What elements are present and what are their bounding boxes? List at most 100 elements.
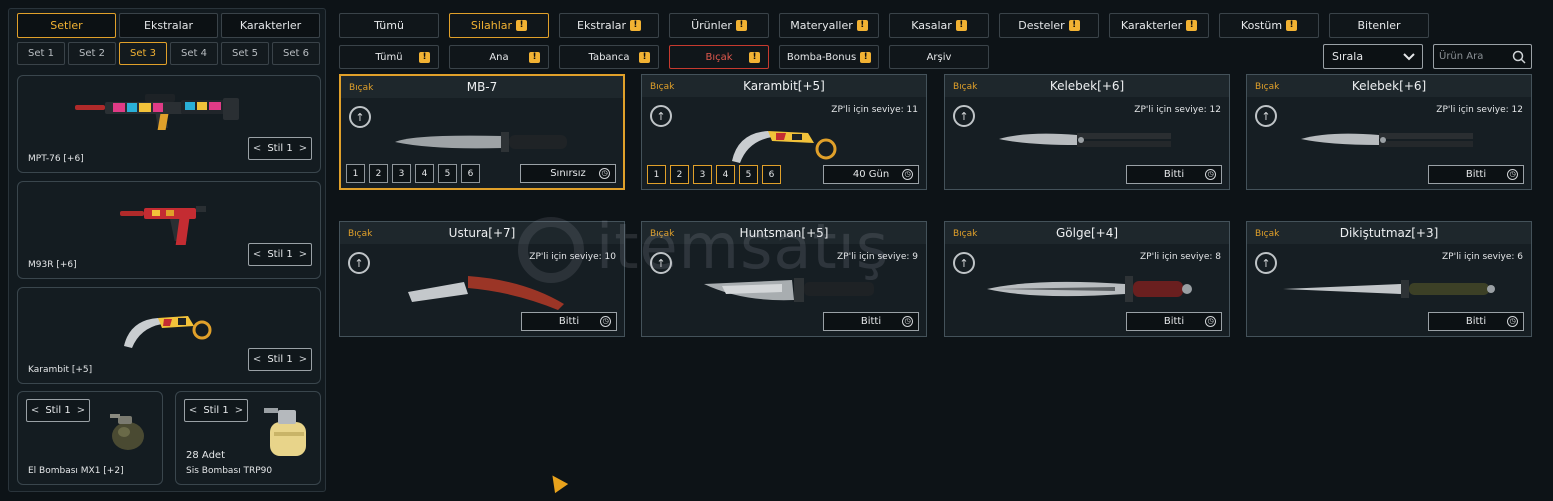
item-card[interactable]: Bıçak Karambit[+5] ↑ ZP'li için seviye: … bbox=[641, 74, 927, 190]
status-button[interactable]: 40 Gün ◷ bbox=[823, 165, 919, 184]
category-silahlar[interactable]: Silahlar! bbox=[449, 13, 549, 38]
subcategory-label: Ana bbox=[489, 51, 509, 63]
secondary-style-selector[interactable]: < Stil 1 > bbox=[248, 243, 312, 266]
level-box[interactable]: 2 bbox=[369, 164, 388, 183]
category-materyaller[interactable]: Materyaller! bbox=[779, 13, 879, 38]
upgrade-icon[interactable]: ↑ bbox=[953, 252, 975, 274]
category-tumu[interactable]: Tümü bbox=[339, 13, 439, 38]
status-label: Bitti bbox=[1465, 169, 1487, 180]
grenade-icon bbox=[110, 414, 144, 450]
status-label: 40 Gün bbox=[852, 169, 890, 180]
primary-weapon-name: MPT-76 [+6] bbox=[28, 154, 84, 164]
status-button[interactable]: Bitti ◷ bbox=[1428, 312, 1524, 331]
level-box[interactable]: 3 bbox=[693, 165, 712, 184]
level-box[interactable]: 5 bbox=[739, 165, 758, 184]
chevron-left-icon[interactable]: < bbox=[189, 405, 197, 416]
category-karakterler[interactable]: Karakterler! bbox=[1109, 13, 1209, 38]
subcategory-ana[interactable]: Ana! bbox=[449, 45, 549, 69]
set-tab-3[interactable]: Set 3 bbox=[119, 42, 167, 65]
item-card[interactable]: Bıçak Dikiştutmaz[+3] ↑ ZP'li için seviy… bbox=[1246, 221, 1532, 337]
grenade-style-selector[interactable]: < Stil 1 > bbox=[26, 399, 90, 422]
set-tab-6[interactable]: Set 6 bbox=[272, 42, 320, 65]
warning-icon: ! bbox=[529, 52, 540, 63]
level-box[interactable]: 4 bbox=[415, 164, 434, 183]
chevron-down-icon bbox=[1403, 52, 1415, 60]
status-button[interactable]: Bitti ◷ bbox=[1126, 165, 1222, 184]
item-card[interactable]: Bıçak Kelebek[+6] ↑ ZP'li için seviye: 1… bbox=[944, 74, 1230, 190]
category-ekstralar[interactable]: Ekstralar! bbox=[559, 13, 659, 38]
status-button[interactable]: Bitti ◷ bbox=[1126, 312, 1222, 331]
upgrade-icon[interactable]: ↑ bbox=[348, 252, 370, 274]
smoke-style-selector[interactable]: < Stil 1 > bbox=[184, 399, 248, 422]
status-button[interactable]: Bitti ◷ bbox=[1428, 165, 1524, 184]
status-button[interactable]: Bitti ◷ bbox=[521, 312, 617, 331]
tab-karakterler[interactable]: Karakterler bbox=[221, 13, 320, 38]
warning-icon: ! bbox=[749, 52, 760, 63]
upgrade-icon[interactable]: ↑ bbox=[650, 105, 672, 127]
chevron-left-icon[interactable]: < bbox=[253, 354, 261, 365]
subcategory-label: Bomba-Bonus bbox=[786, 51, 857, 63]
set-tab-4[interactable]: Set 4 bbox=[170, 42, 218, 65]
chevron-right-icon[interactable]: > bbox=[299, 249, 307, 260]
chevron-right-icon[interactable]: > bbox=[77, 405, 85, 416]
status-label: Bitti bbox=[860, 316, 882, 327]
search-input[interactable]: Ürün Ara bbox=[1433, 44, 1532, 69]
level-box[interactable]: 5 bbox=[438, 164, 457, 183]
loadout-slot-smoke[interactable]: < Stil 1 > 28 Adet Sis Bombası TRP90 bbox=[175, 391, 321, 485]
category-label: Desteler bbox=[1018, 19, 1065, 32]
subcategory-label: Arşiv bbox=[926, 51, 952, 63]
upgrade-icon[interactable]: ↑ bbox=[1255, 252, 1277, 274]
upgrade-icon[interactable]: ↑ bbox=[1255, 105, 1277, 127]
level-box[interactable]: 6 bbox=[461, 164, 480, 183]
item-title: MB-7 bbox=[466, 80, 498, 94]
chevron-right-icon[interactable]: > bbox=[299, 354, 307, 365]
level-box[interactable]: 4 bbox=[716, 165, 735, 184]
chevron-left-icon[interactable]: < bbox=[31, 405, 39, 416]
category-kostum[interactable]: Kostüm! bbox=[1219, 13, 1319, 38]
category-desteler[interactable]: Desteler! bbox=[999, 13, 1099, 38]
chevron-right-icon[interactable]: > bbox=[235, 405, 243, 416]
loadout-slot-primary[interactable]: < Stil 1 > MPT-76 [+6] bbox=[17, 75, 321, 173]
loadout-slot-grenade[interactable]: < Stil 1 > El Bombası MX1 [+2] bbox=[17, 391, 163, 485]
chevron-left-icon[interactable]: < bbox=[253, 143, 261, 154]
warning-icon: ! bbox=[955, 20, 967, 31]
set-tab-2[interactable]: Set 2 bbox=[68, 42, 116, 65]
set-tab-1[interactable]: Set 1 bbox=[17, 42, 65, 65]
subcategory-tabanca[interactable]: Tabanca! bbox=[559, 45, 659, 69]
sort-dropdown[interactable]: Sırala bbox=[1323, 44, 1423, 69]
category-bitenler[interactable]: Bitenler bbox=[1329, 13, 1429, 38]
item-card[interactable]: Bıçak Kelebek[+6] ↑ ZP'li için seviye: 1… bbox=[1246, 74, 1532, 190]
status-button[interactable]: Bitti ◷ bbox=[823, 312, 919, 331]
subcategory-arsiv[interactable]: Arşiv bbox=[889, 45, 989, 69]
secondary-style-label: Stil 1 bbox=[267, 249, 293, 260]
tab-setler[interactable]: Setler bbox=[17, 13, 116, 38]
category-label: Kostüm bbox=[1240, 19, 1283, 32]
loadout-slot-secondary[interactable]: < Stil 1 > M93R [+6] bbox=[17, 181, 321, 279]
loadout-slot-melee[interactable]: < Stil 1 > Karambit [+5] bbox=[17, 287, 321, 384]
chevron-left-icon[interactable]: < bbox=[253, 249, 261, 260]
upgrade-icon[interactable]: ↑ bbox=[953, 105, 975, 127]
primary-style-selector[interactable]: < Stil 1 > bbox=[248, 137, 312, 160]
level-box[interactable]: 6 bbox=[762, 165, 781, 184]
subcategory-tumu[interactable]: Tümü! bbox=[339, 45, 439, 69]
level-box[interactable]: 2 bbox=[670, 165, 689, 184]
subcategory-bomba-bonus[interactable]: Bomba-Bonus! bbox=[779, 45, 879, 69]
item-card[interactable]: Bıçak Gölge[+4] ↑ ZP'li için seviye: 8 B… bbox=[944, 221, 1230, 337]
melee-style-selector[interactable]: < Stil 1 > bbox=[248, 348, 312, 371]
subcategory-bicak[interactable]: Bıçak! bbox=[669, 45, 769, 69]
clock-icon: ◷ bbox=[902, 316, 913, 327]
item-card[interactable]: Bıçak MB-7 ↑ 1 2 3 4 5 6 Sınırsız ◷ bbox=[339, 74, 625, 190]
category-urunler[interactable]: Ürünler! bbox=[669, 13, 769, 38]
chevron-right-icon[interactable]: > bbox=[299, 143, 307, 154]
level-box[interactable]: 1 bbox=[647, 165, 666, 184]
category-kasalar[interactable]: Kasalar! bbox=[889, 13, 989, 38]
search-icon[interactable] bbox=[1512, 50, 1526, 64]
tab-ekstralar[interactable]: Ekstralar bbox=[119, 13, 218, 38]
category-filter-row: Tümü Silahlar! Ekstralar! Ürünler! Mater… bbox=[339, 13, 1429, 38]
upgrade-icon[interactable]: ↑ bbox=[349, 106, 371, 128]
watermark: itemsatış bbox=[596, 210, 890, 283]
status-button[interactable]: Sınırsız ◷ bbox=[520, 164, 616, 183]
level-box[interactable]: 1 bbox=[346, 164, 365, 183]
level-box[interactable]: 3 bbox=[392, 164, 411, 183]
set-tab-5[interactable]: Set 5 bbox=[221, 42, 269, 65]
